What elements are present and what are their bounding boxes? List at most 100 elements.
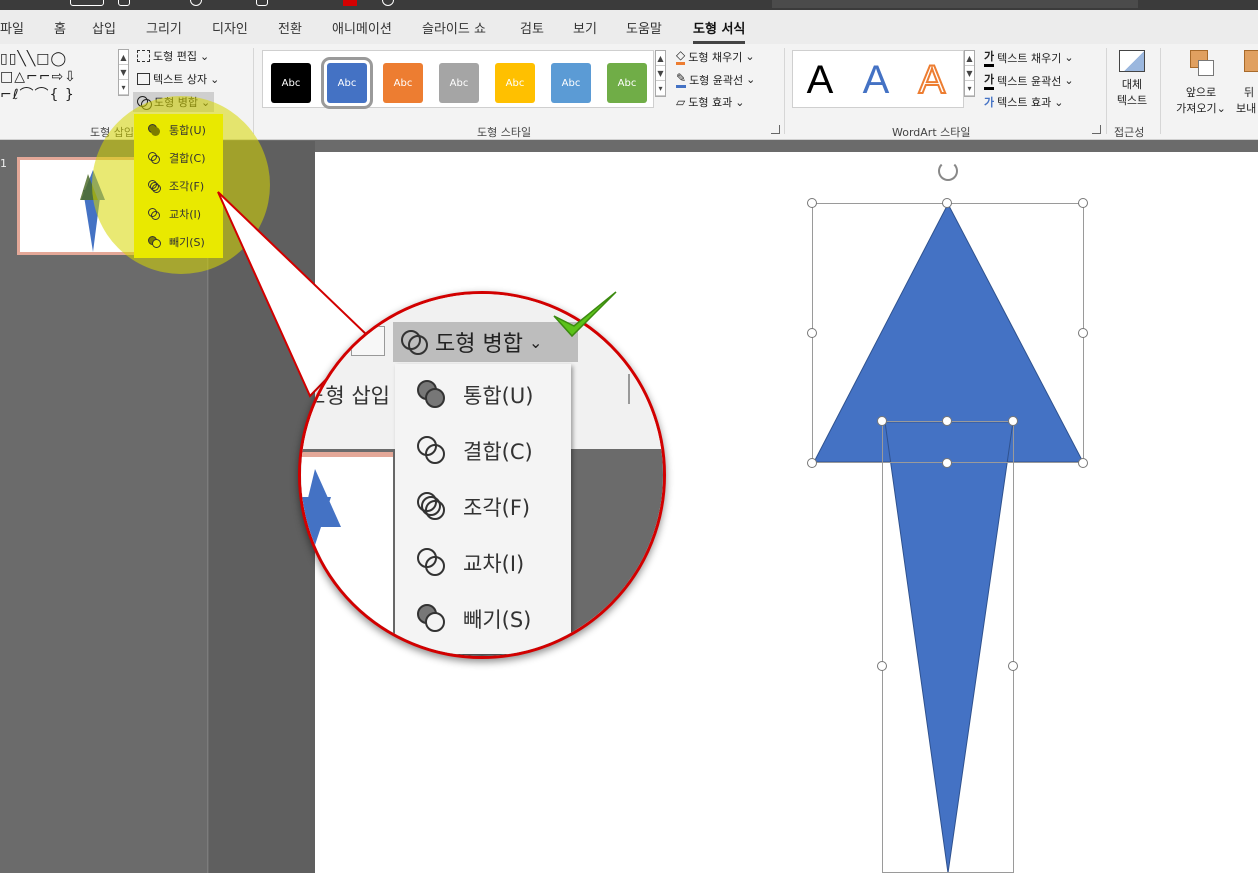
shapes-row-2: □△⌐⌐⇨⇩ xyxy=(0,69,77,85)
wordart-scroll[interactable]: ▲ ▼ ▾ xyxy=(964,50,975,97)
resize-handle[interactable] xyxy=(1078,198,1088,208)
shape-fill-button[interactable]: ◇ 도형 채우기 ⌄ xyxy=(676,48,755,65)
present-icon[interactable] xyxy=(256,0,268,6)
magnified-item-combine: 결합(C) xyxy=(417,436,533,466)
resize-handle[interactable] xyxy=(807,458,817,468)
shape-styles-scroll[interactable]: ▲ ▼ ▾ xyxy=(655,50,666,97)
magnified-view: 도형 삽입 도형 병합 ⌄ 통합(U) 결합(C) 조각(F) 교차(I) 빼기… xyxy=(301,294,663,656)
shape-effects-icon: ▱ xyxy=(676,95,686,109)
scroll-up-icon[interactable]: ▲ xyxy=(965,51,974,66)
combine-icon xyxy=(148,152,161,164)
resize-handle[interactable] xyxy=(1008,416,1018,426)
checkmark-icon xyxy=(553,291,617,338)
shape-effects-button[interactable]: ▱ 도형 효과 ⌄ xyxy=(676,94,744,110)
search-box[interactable] xyxy=(772,0,1138,8)
resize-handle[interactable] xyxy=(877,661,887,671)
menu-item-fragment[interactable]: 조각(F) xyxy=(148,178,204,194)
style-chip-blue[interactable]: Abc xyxy=(321,57,373,109)
quick-access-icon[interactable] xyxy=(70,0,104,6)
wordart-orange-outline[interactable]: A xyxy=(907,57,957,103)
menu-item-combine[interactable]: 결합(C) xyxy=(148,150,206,166)
tab-help[interactable]: 도움말 xyxy=(626,18,662,37)
style-chip-green[interactable]: Abc xyxy=(607,63,647,103)
tab-design[interactable]: 디자인 xyxy=(212,18,248,37)
style-chip-orange[interactable]: Abc xyxy=(383,63,423,103)
style-chip-lightblue[interactable]: Abc xyxy=(551,63,591,103)
resize-handle[interactable] xyxy=(807,198,817,208)
tab-transitions[interactable]: 전환 xyxy=(278,18,302,37)
tab-review[interactable]: 검토 xyxy=(520,18,544,37)
resize-handle[interactable] xyxy=(1008,661,1018,671)
wordart-blue[interactable]: A xyxy=(851,57,901,103)
magnified-item-subtract: 빼기(S) xyxy=(417,604,531,634)
group-divider xyxy=(784,48,785,134)
text-fill-button[interactable]: 가 텍스트 채우기 ⌄ xyxy=(984,48,1074,67)
subtract-icon xyxy=(148,236,161,248)
ribbon-tabs: 파일 홈 삽입 그리기 디자인 전환 애니메이션 슬라이드 쇼 검토 보기 도움… xyxy=(0,10,1258,44)
text-outline-icon: 가 xyxy=(984,71,995,90)
wordart-group-label: WordArt 스타일 xyxy=(892,126,971,139)
wordart-black[interactable]: A xyxy=(795,57,845,103)
scroll-more-icon[interactable]: ▾ xyxy=(119,80,128,95)
text-effects-button[interactable]: 가 텍스트 효과 ⌄ xyxy=(984,94,1063,110)
tab-view[interactable]: 보기 xyxy=(573,18,597,37)
resize-handle[interactable] xyxy=(942,458,952,468)
merge-shapes-icon xyxy=(399,328,429,356)
resize-handle[interactable] xyxy=(1078,458,1088,468)
style-chip-gray[interactable]: Abc xyxy=(439,63,479,103)
wordart-gallery[interactable]: A A A xyxy=(792,50,964,108)
text-effects-icon: 가 xyxy=(984,96,995,109)
record-icon[interactable] xyxy=(190,0,202,6)
menu-item-subtract[interactable]: 빼기(S) xyxy=(148,234,205,250)
shapes-gallery-scroll[interactable]: ▲ ▼ ▾ xyxy=(118,49,129,96)
resize-handle[interactable] xyxy=(942,416,952,426)
touch-mode-icon[interactable] xyxy=(382,0,394,6)
edit-shape-button[interactable]: 도형 편집 ⌄ xyxy=(137,48,209,64)
chevron-down-icon: ⌄ xyxy=(199,49,210,63)
dialog-launcher-icon[interactable] xyxy=(771,125,780,134)
menu-item-intersect[interactable]: 교차(I) xyxy=(148,206,201,222)
rotate-handle-icon[interactable] xyxy=(938,161,958,181)
resize-handle[interactable] xyxy=(807,328,817,338)
shapes-gallery[interactable]: ▯▯╲╲□◯ □△⌐⌐⇨⇩ ⌐ℓ⌒⌒{ } xyxy=(0,50,118,106)
text-outline-button[interactable]: 가 텍스트 윤곽선 ⌄ xyxy=(984,71,1074,90)
menu-item-union[interactable]: 통합(U) xyxy=(148,122,206,138)
tab-file[interactable]: 파일 xyxy=(0,18,24,37)
tab-shape-format[interactable]: 도형 서식 xyxy=(693,18,746,44)
tab-home[interactable]: 홈 xyxy=(54,18,66,37)
chevron-down-icon: ⌄ xyxy=(1064,51,1074,64)
dialog-launcher-icon[interactable] xyxy=(1092,125,1101,134)
tab-slideshow[interactable]: 슬라이드 쇼 xyxy=(422,18,486,37)
chevron-down-icon: ⌄ xyxy=(746,73,756,86)
scroll-down-icon[interactable]: ▼ xyxy=(656,66,665,81)
scroll-down-icon[interactable]: ▼ xyxy=(119,65,128,80)
red-indicator-icon xyxy=(343,0,357,6)
scroll-up-icon[interactable]: ▲ xyxy=(656,51,665,66)
style-chip-gold[interactable]: Abc xyxy=(495,63,535,103)
resize-handle[interactable] xyxy=(1078,328,1088,338)
text-box-button[interactable]: 텍스트 상자 ⌄ xyxy=(137,71,219,87)
send-backward-button[interactable]: 뒤 보내 xyxy=(1234,50,1258,116)
scroll-more-icon[interactable]: ▾ xyxy=(656,81,665,96)
shape-styles-gallery[interactable]: Abc Abc Abc Abc Abc Abc Abc xyxy=(262,50,654,109)
chevron-down-icon: ⌄ xyxy=(1054,95,1064,109)
magnified-arrow-icon xyxy=(301,469,341,557)
slide-number: 1 xyxy=(0,157,7,170)
shape-styles-group-label: 도형 스타일 xyxy=(477,126,532,139)
shape-outline-button[interactable]: ✎ 도형 윤곽선 ⌄ xyxy=(676,71,755,88)
resize-handle[interactable] xyxy=(877,416,887,426)
alt-text-icon xyxy=(1119,50,1145,72)
scroll-up-icon[interactable]: ▲ xyxy=(119,50,128,65)
scroll-more-icon[interactable]: ▾ xyxy=(965,81,974,96)
tab-draw[interactable]: 그리기 xyxy=(146,18,182,37)
style-chip-black[interactable]: Abc xyxy=(271,63,311,103)
bring-forward-button[interactable]: 앞으로 가져오기⌄ xyxy=(1170,50,1232,116)
magnified-thumbnail xyxy=(301,452,393,656)
save-icon[interactable] xyxy=(118,0,130,6)
tab-animations[interactable]: 애니메이션 xyxy=(332,18,392,37)
alt-text-button[interactable]: 대체 텍스트 xyxy=(1112,50,1152,108)
tab-insert[interactable]: 삽입 xyxy=(92,18,116,37)
scroll-down-icon[interactable]: ▼ xyxy=(965,66,974,81)
resize-handle[interactable] xyxy=(942,198,952,208)
shapes-row-1: ▯▯╲╲□◯ xyxy=(0,51,68,67)
